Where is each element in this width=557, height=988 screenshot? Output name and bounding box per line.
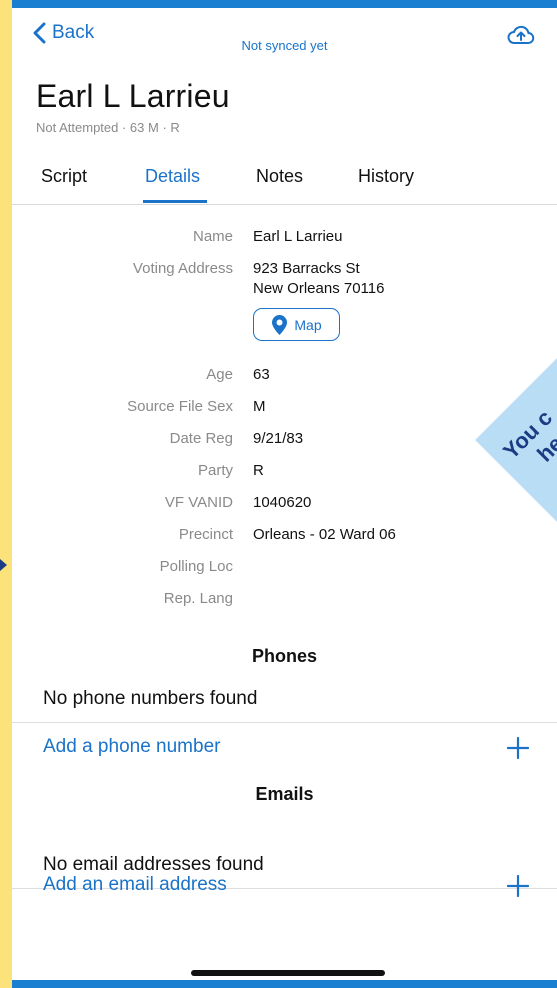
detail-value: 9/21/83: [253, 430, 304, 447]
detail-row-party: Party R: [12, 462, 557, 488]
emails-empty-text: No email addresses found: [43, 854, 264, 875]
detail-label: Name: [192, 228, 233, 245]
map-pin-icon: [272, 314, 288, 335]
map-button[interactable]: Map: [253, 308, 340, 341]
tab-notes[interactable]: Notes: [256, 166, 303, 187]
active-tab-indicator: [143, 200, 207, 203]
tab-history[interactable]: History: [358, 166, 414, 187]
contact-summary: Not Attempted · 63 M · R: [36, 120, 180, 135]
detail-row-rep-lang: Rep. Lang: [12, 590, 557, 616]
detail-row-sex: Source File Sex M: [12, 398, 557, 424]
map-button-label: Map: [294, 316, 322, 333]
detail-row-vanid: VF VANID 1040620: [12, 494, 557, 520]
detail-label: Polling Loc: [159, 558, 233, 575]
detail-row-polling-loc: Polling Loc: [12, 558, 557, 584]
add-phone-button[interactable]: Add a phone number: [43, 736, 220, 758]
pointer-arrow: [0, 559, 7, 571]
tab-details[interactable]: Details: [145, 166, 200, 187]
detail-value: 63: [253, 366, 270, 383]
detail-value: Earl L Larrieu: [253, 228, 343, 245]
plus-icon[interactable]: [507, 875, 529, 897]
tab-script[interactable]: Script: [41, 166, 87, 187]
detail-value: R: [253, 462, 264, 479]
sync-status: Not synced yet: [241, 38, 328, 53]
detail-row-precinct: Precinct Orleans - 02 Ward 06: [12, 526, 557, 552]
phone-screen: Back Not synced yet Earl L Larrieu Not A…: [12, 8, 557, 980]
address-line-1: 923 Barracks St: [253, 260, 360, 277]
detail-row-name: Name Earl L Larrieu: [12, 228, 557, 254]
detail-row-age: Age 63: [12, 366, 557, 392]
detail-label: Age: [206, 366, 233, 383]
detail-row-date-reg: Date Reg 9/21/83: [12, 430, 557, 456]
home-indicator[interactable]: [191, 970, 385, 976]
detail-value: 1040620: [253, 494, 312, 511]
address-line-2: New Orleans 70116: [253, 280, 385, 297]
top-bar: Back Not synced yet: [12, 8, 557, 68]
detail-label: Voting Address: [132, 260, 233, 277]
detail-label: Rep. Lang: [163, 590, 233, 607]
phones-empty-text: No phone numbers found: [43, 688, 258, 709]
divider: [12, 722, 557, 723]
add-email-button[interactable]: Add an email address: [43, 874, 227, 896]
contact-name: Earl L Larrieu: [36, 78, 230, 114]
detail-label: VF VANID: [164, 494, 233, 511]
backdrop-left: [0, 0, 12, 988]
detail-label: Precinct: [178, 526, 233, 543]
detail-value: M: [253, 398, 266, 415]
phones-section-title: Phones: [251, 646, 317, 666]
emails-section-title: Emails: [255, 784, 314, 804]
plus-icon[interactable]: [507, 737, 529, 759]
detail-label: Party: [197, 462, 233, 479]
cloud-upload-icon[interactable]: [507, 24, 535, 46]
detail-label: Source File Sex: [127, 398, 233, 415]
detail-label: Date Reg: [169, 430, 233, 447]
detail-value: Orleans - 02 Ward 06: [253, 526, 396, 543]
tab-bar: Script Details Notes History: [12, 160, 557, 205]
